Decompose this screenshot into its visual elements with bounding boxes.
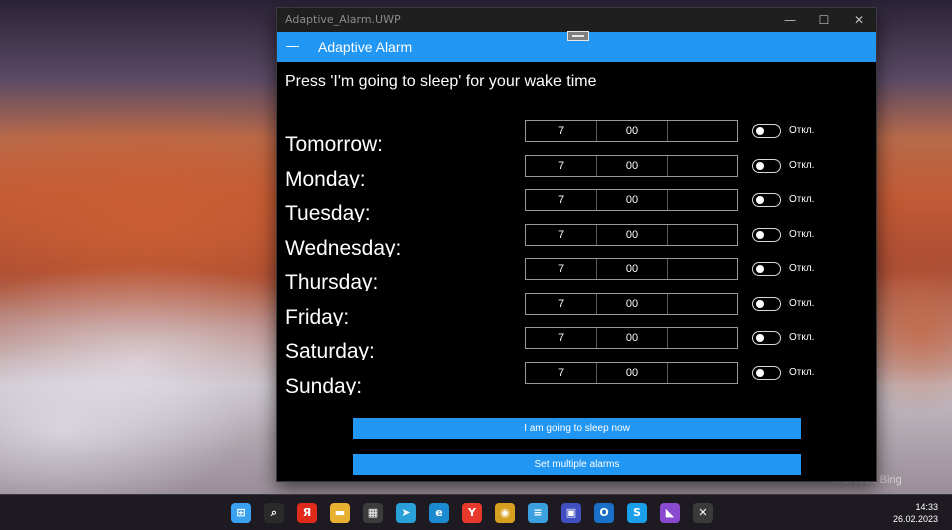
toggle-state-label: Откл. [789, 125, 815, 136]
visual-studio-icon[interactable]: ◣ [660, 503, 680, 523]
toggle-knob [756, 231, 764, 239]
alarm-toggle[interactable] [752, 228, 781, 242]
time-picker[interactable]: 7 00 [525, 224, 738, 246]
taskbar: ⊞ ⌕ Я ▬ ▦ ➤ e Y ◉ ≡ ▣ O S ◣ ✕ 14:33 26.02.2023 [0, 494, 952, 530]
day-label: Thursday: [285, 271, 379, 291]
hamburger-icon[interactable] [286, 40, 300, 54]
maximize-button[interactable]: ☐ [807, 8, 841, 32]
hour-cell[interactable]: 7 [526, 225, 597, 245]
hour-cell[interactable]: 7 [526, 156, 597, 176]
search-icon[interactable]: ⌕ [264, 503, 284, 523]
day-label: Tomorrow: [285, 133, 384, 153]
telegram-icon[interactable]: ➤ [396, 503, 416, 523]
day-label: Friday: [285, 306, 350, 326]
alarm-toggle[interactable] [752, 297, 781, 311]
edge-icon[interactable]: e [429, 503, 449, 523]
toggle-knob [756, 334, 764, 342]
alarm-toggle[interactable] [752, 159, 781, 173]
start-icon[interactable]: ⊞ [231, 503, 251, 523]
toggle-state-label: Откл. [789, 298, 815, 309]
outlook-icon[interactable]: O [594, 503, 614, 523]
alarm-toggle[interactable] [752, 193, 781, 207]
hour-cell[interactable]: 7 [526, 328, 597, 348]
clock-date: 26.02.2023 [892, 514, 938, 524]
set-multiple-alarms-button[interactable]: Set multiple alarms [353, 454, 801, 475]
hour-cell[interactable]: 7 [526, 259, 597, 279]
hour-cell[interactable]: 7 [526, 363, 597, 383]
app-window: Adaptive_Alarm.UWP — ☐ ✕ Adaptive Alarm … [276, 7, 877, 482]
period-cell[interactable] [668, 294, 737, 314]
hour-cell[interactable]: 7 [526, 294, 597, 314]
time-picker[interactable]: 7 00 [525, 293, 738, 315]
minute-cell[interactable]: 00 [597, 190, 668, 210]
system-clock[interactable]: 14:33 26.02.2023 [893, 501, 938, 525]
hour-cell[interactable]: 7 [526, 190, 597, 210]
toggle-state-label: Откл. [789, 367, 815, 378]
toggle-knob [756, 127, 764, 135]
period-cell[interactable] [668, 156, 737, 176]
toggle-state-label: Откл. [789, 263, 815, 274]
alarm-toggle[interactable] [752, 366, 781, 380]
xamarin-icon[interactable]: ✕ [693, 503, 713, 523]
toggle-state-label: Откл. [789, 194, 815, 205]
time-picker[interactable]: 7 00 [525, 258, 738, 280]
day-label: Wednesday: [285, 237, 402, 257]
title-bar[interactable]: Adaptive_Alarm.UWP — ☐ ✕ [277, 8, 876, 32]
period-cell[interactable] [668, 363, 737, 383]
window-title: Adaptive_Alarm.UWP [285, 13, 401, 26]
minute-cell[interactable]: 00 [597, 225, 668, 245]
day-label: Monday: [285, 168, 366, 188]
skype-icon[interactable]: S [627, 503, 647, 523]
minimize-button[interactable]: — [773, 8, 807, 32]
day-label: Tuesday: [285, 202, 371, 222]
sleep-now-button[interactable]: I am going to sleep now [353, 418, 801, 439]
period-cell[interactable] [668, 328, 737, 348]
clock-time: 14:33 [915, 502, 938, 512]
file-explorer-icon[interactable]: ▬ [330, 503, 350, 523]
period-cell[interactable] [668, 190, 737, 210]
close-button[interactable]: ✕ [842, 8, 876, 32]
toggle-knob [756, 162, 764, 170]
minute-cell[interactable]: 00 [597, 156, 668, 176]
notepad-icon[interactable]: ≡ [528, 503, 548, 523]
period-cell[interactable] [668, 259, 737, 279]
time-picker[interactable]: 7 00 [525, 362, 738, 384]
floppy-icon[interactable]: ▣ [561, 503, 581, 523]
minute-cell[interactable]: 00 [597, 328, 668, 348]
toggle-state-label: Откл. [789, 160, 815, 171]
toggle-knob [756, 196, 764, 204]
instruction-text: Press 'I'm going to sleep' for your wake… [285, 73, 597, 90]
time-picker[interactable]: 7 00 [525, 120, 738, 142]
yandex-icon[interactable]: Я [297, 503, 317, 523]
toggle-knob [756, 300, 764, 308]
period-cell[interactable] [668, 121, 737, 141]
toggle-knob [756, 369, 764, 377]
toggle-state-label: Откл. [789, 229, 815, 240]
time-picker[interactable]: 7 00 [525, 189, 738, 211]
day-label: Saturday: [285, 340, 375, 360]
toggle-state-label: Откл. [789, 332, 815, 343]
yandex-browser-icon[interactable]: Y [462, 503, 482, 523]
alarm-toggle[interactable] [752, 262, 781, 276]
app-title: Adaptive Alarm [318, 39, 413, 55]
alarm-toggle[interactable] [752, 124, 781, 138]
store-icon[interactable]: ▦ [363, 503, 383, 523]
chrome-icon[interactable]: ◉ [495, 503, 515, 523]
minute-cell[interactable]: 00 [597, 363, 668, 383]
alarm-toggle[interactable] [752, 331, 781, 345]
toggle-knob [756, 265, 764, 273]
time-picker[interactable]: 7 00 [525, 327, 738, 349]
minute-cell[interactable]: 00 [597, 121, 668, 141]
period-cell[interactable] [668, 225, 737, 245]
minute-cell[interactable]: 00 [597, 259, 668, 279]
minute-cell[interactable]: 00 [597, 294, 668, 314]
time-picker[interactable]: 7 00 [525, 155, 738, 177]
drag-handle-icon[interactable] [567, 31, 589, 41]
day-label: Sunday: [285, 375, 363, 395]
hour-cell[interactable]: 7 [526, 121, 597, 141]
